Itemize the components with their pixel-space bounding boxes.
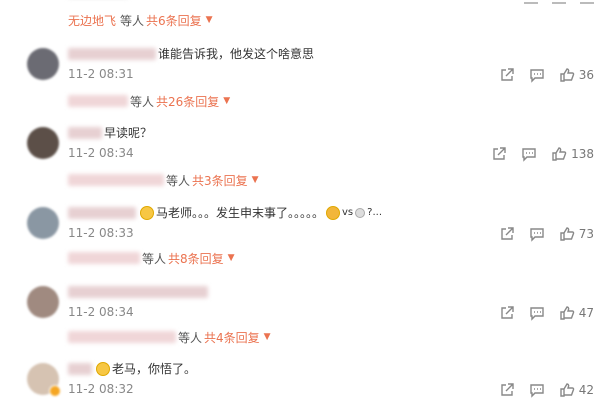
thumbs-up-icon bbox=[560, 306, 575, 320]
comment-icon bbox=[530, 307, 544, 321]
view-replies-link[interactable]: 共26条回复 bbox=[156, 93, 219, 110]
comment-text-row bbox=[68, 283, 210, 301]
reply-summary[interactable]: 无边地飞 等人 共6条回复 ▼ bbox=[68, 10, 213, 30]
comment-actions: 138 bbox=[477, 146, 600, 162]
emoji-icon bbox=[355, 208, 366, 218]
username-blurred[interactable] bbox=[68, 127, 102, 139]
comment-actions: 73 bbox=[485, 226, 600, 242]
like-count: 73 bbox=[578, 227, 594, 241]
reply-author-blurred[interactable] bbox=[68, 331, 176, 343]
share-button[interactable] bbox=[499, 67, 515, 83]
avatar[interactable] bbox=[27, 127, 59, 159]
reply-suffix: 等人 bbox=[142, 251, 167, 266]
emoji-icon bbox=[326, 206, 341, 220]
share-button[interactable] bbox=[499, 382, 515, 398]
username-blurred[interactable] bbox=[68, 48, 156, 60]
emoji-icon bbox=[96, 362, 110, 376]
chevron-down-icon[interactable]: ▼ bbox=[206, 15, 213, 25]
reply-summary[interactable]: 等人 共3条回复 ▼ bbox=[68, 170, 259, 190]
avatar[interactable] bbox=[27, 207, 59, 239]
comment-time: 11-2 08:32 bbox=[68, 382, 134, 396]
like-button[interactable]: 47 bbox=[559, 305, 600, 321]
like-button[interactable]: 138 bbox=[551, 146, 600, 162]
like-button[interactable]: 42 bbox=[559, 382, 600, 398]
comment-icon bbox=[530, 228, 544, 242]
view-replies-link[interactable]: 共8条回复 bbox=[168, 250, 224, 267]
comment-actions: 42 bbox=[485, 382, 600, 398]
reply-summary[interactable]: 等人 共8条回复 ▼ bbox=[68, 248, 235, 268]
comment-text-row: 老马，你悟了。 bbox=[68, 360, 196, 378]
comment-button[interactable] bbox=[529, 226, 545, 242]
comment-text: 早读呢？ bbox=[104, 126, 153, 140]
like-button[interactable]: 73 bbox=[559, 226, 600, 242]
comment-time: 11-2 08:31 bbox=[68, 67, 134, 81]
view-replies-link[interactable]: 共3条回复 bbox=[192, 172, 248, 189]
comment-button[interactable] bbox=[529, 67, 545, 83]
comment-time: 11-2 08:33 bbox=[68, 226, 134, 240]
comment-text: 老马，你悟了。 bbox=[112, 362, 197, 376]
thumbs-up-icon bbox=[552, 147, 567, 161]
share-icon bbox=[493, 147, 506, 160]
chevron-down-icon[interactable]: ▼ bbox=[252, 175, 259, 185]
avatar[interactable] bbox=[27, 363, 61, 397]
thumbs-up-icon bbox=[560, 68, 575, 82]
reply-suffix: 等人 bbox=[120, 13, 145, 28]
like-count: 36 bbox=[578, 68, 594, 82]
chevron-down-icon[interactable]: ▼ bbox=[264, 332, 271, 342]
chevron-down-icon[interactable]: ▼ bbox=[228, 253, 235, 263]
share-icon bbox=[501, 227, 514, 240]
reply-author-blurred[interactable] bbox=[68, 252, 140, 264]
share-icon bbox=[501, 306, 514, 319]
chevron-down-icon[interactable]: ▼ bbox=[223, 96, 230, 106]
comment-actions: 36 bbox=[485, 67, 600, 83]
username-blurred[interactable] bbox=[68, 207, 136, 219]
comment-button[interactable] bbox=[521, 146, 537, 162]
share-icon bbox=[501, 68, 514, 81]
reply-suffix: 等人 bbox=[166, 173, 191, 188]
share-button[interactable] bbox=[499, 226, 515, 242]
reply-summary[interactable]: 等人 共26条回复 ▼ bbox=[68, 91, 230, 111]
reply-suffix: 等人 bbox=[178, 330, 203, 345]
comment-text-row: 早读呢？ bbox=[68, 124, 152, 142]
comment-text-tail2: ?... bbox=[367, 207, 382, 218]
like-count: 47 bbox=[578, 306, 594, 320]
thumbs-up-icon bbox=[560, 227, 575, 241]
comment-button[interactable] bbox=[529, 305, 545, 321]
comment-item: 老马，你悟了。 11-2 08:32 42 bbox=[0, 360, 600, 416]
comment-text: 马老师。。。发生申末事了。。。。。 bbox=[156, 206, 325, 220]
avatar[interactable] bbox=[27, 48, 59, 80]
comment-button[interactable] bbox=[529, 382, 545, 398]
comment-text-row: 谁能告诉我，他发这个啥意思 bbox=[68, 45, 314, 63]
view-replies-link[interactable]: 共6条回复 bbox=[146, 12, 202, 29]
thumbs-up-icon bbox=[560, 383, 575, 397]
verified-badge-icon bbox=[49, 385, 61, 397]
avatar[interactable] bbox=[27, 286, 59, 318]
username-blurred[interactable] bbox=[68, 363, 92, 375]
reply-author-blurred[interactable] bbox=[68, 95, 128, 107]
share-button[interactable] bbox=[499, 305, 515, 321]
reply-suffix: 等人 bbox=[130, 94, 155, 109]
reply-summary[interactable]: 等人 共4条回复 ▼ bbox=[68, 327, 271, 347]
share-icon bbox=[501, 383, 514, 396]
comment-icon bbox=[530, 69, 544, 83]
reply-author-blurred[interactable] bbox=[68, 174, 164, 186]
comment-icon bbox=[530, 384, 544, 398]
comment-text-tail: vs bbox=[342, 207, 354, 218]
view-replies-link[interactable]: 共4条回复 bbox=[204, 329, 260, 346]
like-count: 42 bbox=[578, 383, 594, 397]
emoji-icon bbox=[140, 206, 154, 220]
comment-text: 谁能告诉我，他发这个啥意思 bbox=[158, 47, 315, 61]
comment-time: 11-2 08:34 bbox=[68, 305, 134, 319]
comment-actions: 47 bbox=[485, 305, 600, 321]
like-count: 138 bbox=[571, 147, 594, 161]
comment-time: 11-2 08:34 bbox=[68, 146, 134, 160]
share-button[interactable] bbox=[491, 146, 507, 162]
comment-text-row: 马老师。。。发生申末事了。。。。。 vs ?... bbox=[68, 204, 382, 222]
top-action-row bbox=[524, 0, 594, 4]
like-button[interactable]: 36 bbox=[559, 67, 600, 83]
reply-author[interactable]: 无边地飞 bbox=[68, 12, 116, 29]
comment-icon bbox=[522, 148, 536, 162]
username-blurred[interactable] bbox=[68, 286, 208, 298]
